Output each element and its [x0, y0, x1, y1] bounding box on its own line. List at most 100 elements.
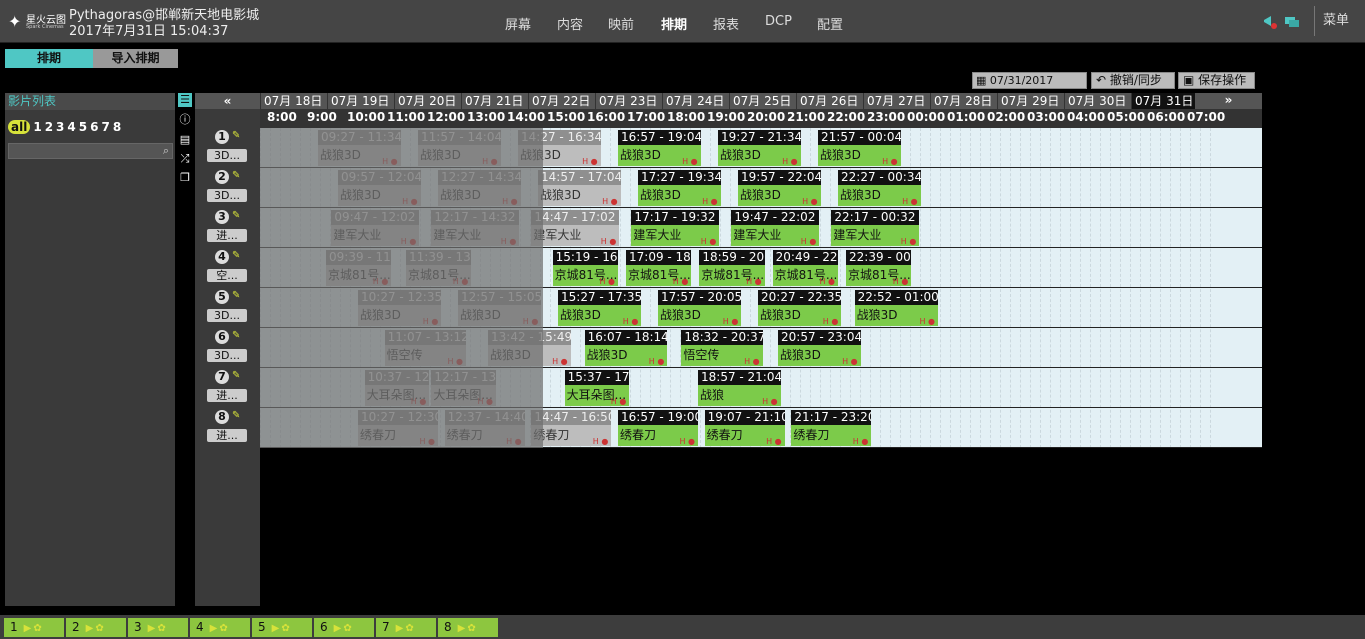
- showtime-block[interactable]: 12:17 - 14:32 建军大业 H ●: [431, 210, 520, 246]
- tab-schedule[interactable]: 排期: [5, 49, 93, 68]
- showtime-block[interactable]: 14:57 - 17:04 战狼3D H ●: [538, 170, 621, 206]
- hall-status-item[interactable]: 7 ▶ ✿: [376, 618, 436, 637]
- date-header[interactable]: 07月 21日: [461, 93, 528, 109]
- hall-type-button[interactable]: 进...: [207, 429, 247, 442]
- showtime-block[interactable]: 20:57 - 23:04 战狼3D H ●: [778, 330, 861, 366]
- copy-icon[interactable]: ❐: [178, 171, 192, 185]
- showtime-block[interactable]: 22:39 - 00: 京城81号... H ●: [846, 250, 912, 286]
- hall-type-button[interactable]: 空...: [207, 269, 247, 282]
- showtime-block[interactable]: 09:39 - 11: 京城81号... H ●: [326, 250, 392, 286]
- save-button[interactable]: ▣ 保存操作: [1178, 72, 1255, 89]
- date-header[interactable]: 07月 29日: [997, 93, 1064, 109]
- showtime-block[interactable]: 19:47 - 22:02 建军大业 H ●: [731, 210, 820, 246]
- info-icon[interactable]: ⓘ: [178, 113, 192, 127]
- showtime-block[interactable]: 12:37 - 14:40 绣春刀 H ●: [444, 410, 525, 446]
- hall-status-item[interactable]: 6 ▶ ✿: [314, 618, 374, 637]
- showtime-block[interactable]: 14:47 - 16:50 绣春刀 H ●: [531, 410, 612, 446]
- date-header[interactable]: 07月 23日: [595, 93, 662, 109]
- filter-all[interactable]: all: [8, 120, 31, 134]
- hall-type-button[interactable]: 进...: [207, 229, 247, 242]
- hall-number[interactable]: 7: [215, 370, 229, 384]
- date-header[interactable]: 07月 20日: [394, 93, 461, 109]
- date-header[interactable]: 07月 25日: [729, 93, 796, 109]
- showtime-block[interactable]: 20:27 - 22:35 战狼3D H ●: [758, 290, 842, 326]
- showtime-block[interactable]: 10:27 - 12:30 绣春刀 H ●: [358, 410, 438, 446]
- date-header[interactable]: 07月 26日: [796, 93, 863, 109]
- hall-number[interactable]: 1: [215, 130, 229, 144]
- date-header[interactable]: 07月 27日: [863, 93, 930, 109]
- showtime-block[interactable]: 21:17 - 23:20 绣春刀 H ●: [791, 410, 872, 446]
- filter-2[interactable]: 2: [45, 120, 53, 134]
- date-header[interactable]: 07月 28日: [930, 93, 997, 109]
- filter-5[interactable]: 5: [79, 120, 87, 134]
- showtime-block[interactable]: 19:07 - 21:10 绣春刀 H ●: [704, 410, 785, 446]
- hall-status-item[interactable]: 1 ▶ ✿: [4, 618, 64, 637]
- hall-type-button[interactable]: 进...: [207, 389, 247, 402]
- tab-import-schedule[interactable]: 导入排期: [93, 49, 178, 68]
- nav-reports[interactable]: 报表: [713, 14, 739, 33]
- hall-status-item[interactable]: 3 ▶ ✿: [128, 618, 188, 637]
- showtime-block[interactable]: 16:57 - 19:00 绣春刀 H ●: [618, 410, 698, 446]
- hall-number[interactable]: 3: [215, 210, 229, 224]
- filter-3[interactable]: 3: [56, 120, 64, 134]
- showtime-block[interactable]: 09:57 - 12:04 战狼3D H ●: [338, 170, 421, 206]
- edit-icon[interactable]: ✎: [232, 210, 240, 221]
- showtime-block[interactable]: 12:27 - 14:34 战狼3D H ●: [438, 170, 521, 206]
- hall-number[interactable]: 8: [215, 410, 229, 424]
- showtime-block[interactable]: 22:52 - 01:00 战狼3D H ●: [854, 290, 938, 326]
- edit-icon[interactable]: ✎: [232, 290, 240, 301]
- showtime-block[interactable]: 15:27 - 17:35 战狼3D H ●: [558, 290, 642, 326]
- edit-icon[interactable]: ✎: [232, 170, 240, 181]
- hall-type-button[interactable]: 3D...: [207, 309, 247, 322]
- showtime-block[interactable]: 09:27 - 11:34 战狼3D H ●: [318, 130, 401, 166]
- date-header[interactable]: 07月 18日: [260, 93, 327, 109]
- showtime-block[interactable]: 18:32 - 20:37 悟空传 H ●: [681, 330, 763, 366]
- prev-dates-button[interactable]: «: [195, 93, 260, 109]
- chat-icon[interactable]: [1284, 14, 1300, 30]
- showtime-block[interactable]: 10:27 - 12:35 战狼3D H ●: [358, 290, 442, 326]
- showtime-block[interactable]: 11:07 - 13:12 悟空传 H ●: [384, 330, 466, 366]
- hall-status-item[interactable]: 5 ▶ ✿: [252, 618, 312, 637]
- hall-type-button[interactable]: 3D...: [207, 149, 247, 162]
- filter-1[interactable]: 1: [33, 120, 41, 134]
- hall-type-button[interactable]: 3D...: [207, 189, 247, 202]
- edit-icon[interactable]: ✎: [232, 250, 240, 261]
- showtime-block[interactable]: 18:57 - 21:04 战狼 H ●: [698, 370, 781, 406]
- showtime-block[interactable]: 12:57 - 15:05 战狼3D H ●: [458, 290, 542, 326]
- showtime-block[interactable]: 11:57 - 14:04 战狼3D H ●: [418, 130, 501, 166]
- edit-icon[interactable]: ✎: [232, 410, 240, 421]
- showtime-block[interactable]: 17:57 - 20:05 战狼3D H ●: [658, 290, 742, 326]
- showtime-block[interactable]: 22:17 - 00:32 建军大业 H ●: [831, 210, 920, 246]
- showtime-block[interactable]: 14:47 - 17:02 建军大业 H ●: [531, 210, 620, 246]
- showtime-block[interactable]: 16:07 - 18:14 战狼3D H ●: [584, 330, 668, 366]
- hall-number[interactable]: 6: [215, 330, 229, 344]
- hall-number[interactable]: 5: [215, 290, 229, 304]
- hall-number[interactable]: 2: [215, 170, 229, 184]
- film-search-input[interactable]: ⌕: [8, 143, 173, 159]
- showtime-block[interactable]: 20:49 - 22: 京城81号... H ●: [772, 250, 838, 286]
- showtime-block[interactable]: 09:47 - 12:02 建军大业 H ●: [331, 210, 420, 246]
- showtime-block[interactable]: 19:27 - 21:34 战狼3D H ●: [718, 130, 801, 166]
- nav-config[interactable]: 配置: [817, 14, 843, 33]
- showtime-block[interactable]: 22:27 - 00:34 战狼3D H ●: [838, 170, 921, 206]
- nav-schedule[interactable]: 排期: [661, 14, 687, 33]
- showtime-block[interactable]: 10:37 - 12: 大耳朵图... H ●: [364, 370, 430, 406]
- list-view-icon[interactable]: ☰: [178, 93, 192, 107]
- menu-button[interactable]: 菜单: [1314, 6, 1349, 36]
- date-header[interactable]: 07月 19日: [327, 93, 394, 109]
- date-header[interactable]: 07月 24日: [662, 93, 729, 109]
- nav-dcp[interactable]: DCP: [765, 14, 792, 29]
- hall-status-item[interactable]: 2 ▶ ✿: [66, 618, 126, 637]
- showtime-block[interactable]: 13:42 - 15:49 战狼3D H ●: [488, 330, 571, 366]
- filter-4[interactable]: 4: [67, 120, 75, 134]
- hall-number[interactable]: 4: [215, 250, 229, 264]
- undo-sync-button[interactable]: ↶ 撤销/同步: [1091, 72, 1175, 89]
- date-header[interactable]: 07月 22日: [528, 93, 595, 109]
- showtime-block[interactable]: 19:57 - 22:04 战狼3D H ●: [738, 170, 821, 206]
- shuffle-icon[interactable]: ⤮: [178, 152, 192, 166]
- next-dates-button[interactable]: »: [1195, 93, 1262, 109]
- edit-icon[interactable]: ✎: [232, 370, 240, 381]
- showtime-block[interactable]: 17:17 - 19:32 建军大业 H ●: [631, 210, 720, 246]
- showtime-block[interactable]: 17:09 - 18: 京城81号... H ●: [626, 250, 692, 286]
- showtime-block[interactable]: 12:17 - 13: 大耳朵图... H ●: [431, 370, 496, 406]
